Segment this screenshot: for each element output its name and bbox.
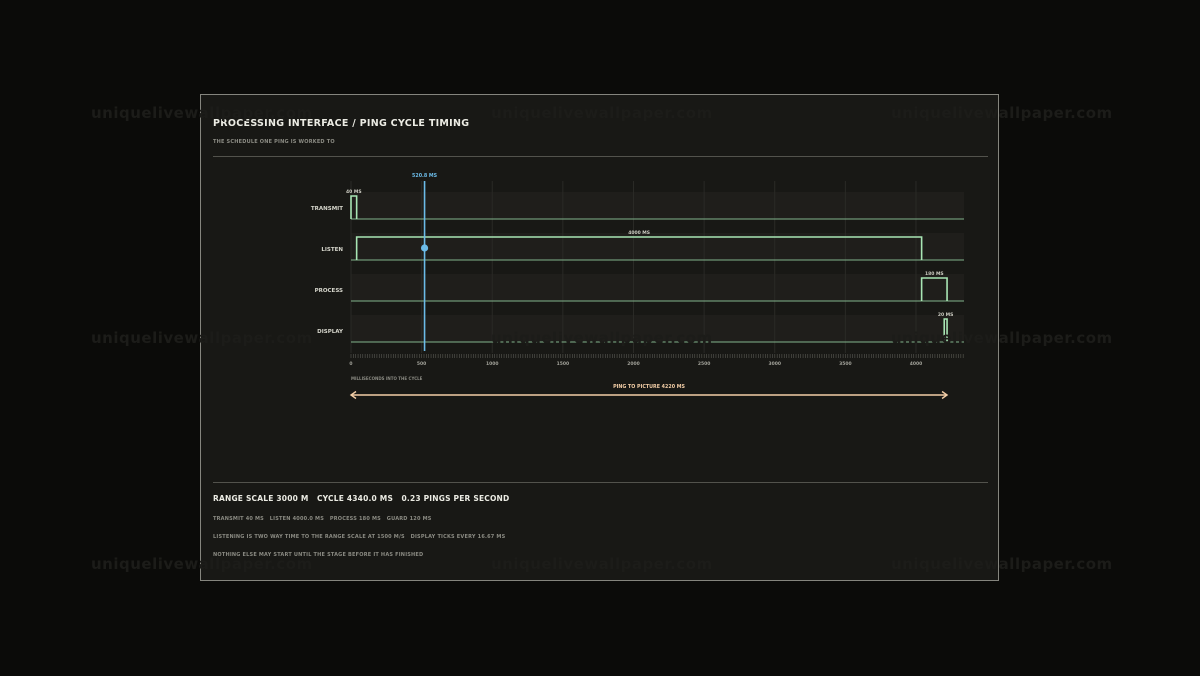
x-tick-label: 3500 — [839, 361, 852, 367]
x-tick-label: 2500 — [698, 361, 711, 367]
timing-chart: TRANSMIT 40 MS LISTEN 4000 MS PROCESS 180 MS D… — [311, 173, 964, 400]
x-tick-label: 2000 — [627, 361, 640, 367]
x-axis-label: MILLISECONDS INTO THE CYCLE — [351, 376, 423, 381]
lane-band — [351, 315, 964, 342]
lane-band — [351, 274, 964, 301]
lane-label-listen: LISTEN — [321, 247, 343, 253]
footer-divider — [213, 482, 988, 483]
note-line-1: TRANSMIT 40 MS LISTEN 4000.0 MS PROCESS … — [213, 516, 432, 522]
x-tick-label: 500 — [417, 361, 426, 367]
pulse-label: 40 MS — [346, 189, 362, 195]
pulse-label: 180 MS — [925, 271, 944, 277]
lane-label-process: PROCESS — [315, 288, 343, 294]
lane-label-display: DISPLAY — [317, 329, 344, 335]
x-tick-label: 3000 — [768, 361, 781, 367]
x-tick-label: 4000 — [910, 361, 923, 367]
note-line-3: NOTHING ELSE MAY START UNTIL THE STAGE B… — [213, 552, 424, 558]
lane-label-transmit: TRANSMIT — [311, 206, 343, 212]
x-tick-label: 1500 — [557, 361, 570, 367]
summary-line: RANGE SCALE 3000 M CYCLE 4340.0 MS 0.23 … — [213, 494, 510, 503]
x-tick-label: 1000 — [486, 361, 499, 367]
x-tick-label: 0 — [349, 361, 352, 367]
pulse-label: 4000 MS — [628, 230, 650, 236]
note-line-2: LISTENING IS TWO WAY TIME TO THE RANGE S… — [213, 534, 506, 540]
cursor-marker — [420, 244, 429, 252]
span-label: PING TO PICTURE 4220 MS — [613, 384, 685, 390]
cursor-label: 520.8 MS — [412, 173, 438, 179]
pulse-label: 20 MS — [938, 312, 954, 318]
lane-band — [351, 192, 964, 219]
timing-panel: PROCESSING INTERFACE / PING CYCLE TIMING… — [200, 94, 999, 581]
